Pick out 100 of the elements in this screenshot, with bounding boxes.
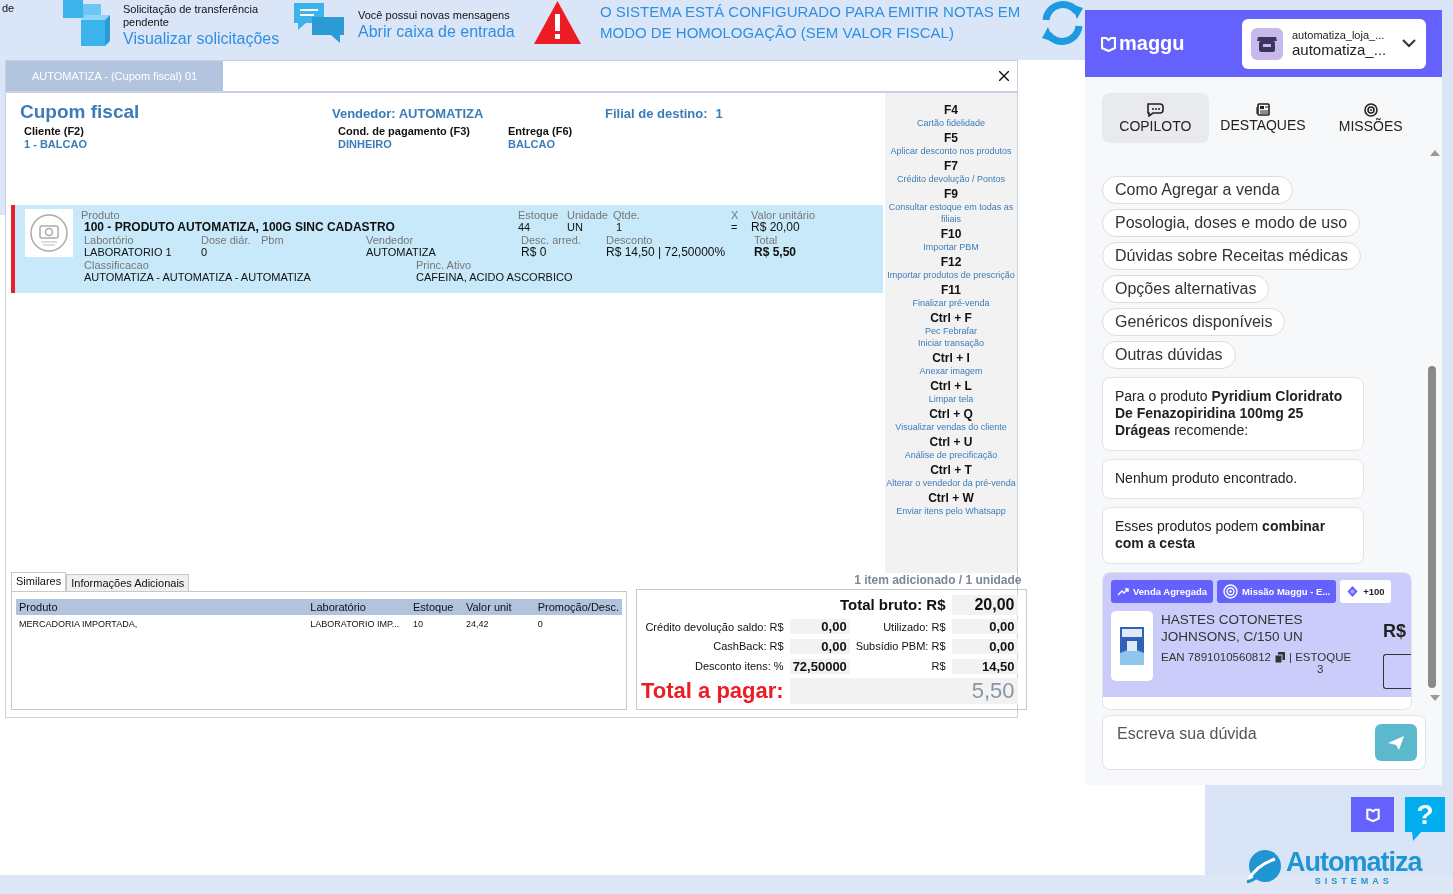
scroll-down-icon[interactable] xyxy=(1430,695,1440,701)
field-value: R$ 0 xyxy=(521,246,548,258)
logo-icon xyxy=(1101,35,1116,52)
shortcut-action[interactable]: Aplicar desconto nos produtos xyxy=(890,145,1012,157)
refresh-icon[interactable] xyxy=(1040,0,1085,46)
field-label: Pbm xyxy=(261,234,285,246)
shortcut-key: F10 xyxy=(940,227,962,241)
tab[interactable]: DESTAQUES xyxy=(1209,93,1317,143)
gem-icon xyxy=(1346,585,1360,598)
total-value: 0,00 xyxy=(951,619,1018,635)
tab[interactable]: Similares xyxy=(11,572,67,591)
shortcut-action[interactable]: Consultar estoque em todas as filiais xyxy=(885,201,1017,225)
total-label: CashBack: R$ xyxy=(712,640,784,653)
notice-text: Solicitação de transferência pendente xyxy=(123,3,260,29)
product-name: HASTES COTONETES JOHNSONS, C/150 UN xyxy=(1161,611,1304,645)
field-label: Desc. arred. xyxy=(521,234,582,246)
tab[interactable]: COPILOTO xyxy=(1102,93,1209,143)
column-header: Laboratório xyxy=(307,599,411,615)
suggestion-chip[interactable]: Como Agregar a venda xyxy=(1102,176,1293,204)
logo-icon xyxy=(1365,807,1380,822)
field-value: 0 xyxy=(201,246,209,258)
field-value: AUTOMATIZA xyxy=(366,246,437,258)
field-value[interactable]: DINHEIRO xyxy=(338,138,508,151)
shortcut-action[interactable]: Pec Febrafar xyxy=(924,325,977,337)
shortcut-key: F9 xyxy=(944,187,958,201)
partial-text: de xyxy=(2,2,15,14)
tab[interactable]: MISSÕES xyxy=(1317,93,1424,143)
tab[interactable]: Informações Adicionais xyxy=(66,574,190,591)
brand-name: Automatiza xyxy=(1286,848,1422,876)
account-selector[interactable]: automatiza_loja_... automatiza_... xyxy=(1242,18,1426,69)
suggestion-chip[interactable]: Outras dúvidas xyxy=(1102,341,1236,369)
scroll-up-icon[interactable] xyxy=(1430,150,1440,156)
column-header: Estoque xyxy=(410,599,463,615)
field-value: 44 xyxy=(518,221,532,233)
field-value: CAFEINA, ACIDO ASCORBICO xyxy=(416,271,574,283)
field-label: Total xyxy=(754,234,779,246)
assistant-button[interactable] xyxy=(1351,797,1394,832)
tag[interactable]: +100 xyxy=(1340,580,1391,603)
question-field[interactable]: Escreva sua dúvida xyxy=(1102,715,1426,770)
field-value: = xyxy=(731,221,739,233)
column-header: Valor unit xyxy=(462,599,535,615)
newspaper-icon xyxy=(1256,103,1270,116)
field-value[interactable]: 1 - BALCAO xyxy=(24,138,338,151)
field-label: X xyxy=(731,209,740,221)
shortcut-action[interactable]: Iniciar transação xyxy=(917,337,984,349)
table-cell: 24,42 xyxy=(462,615,535,633)
shortcut-action[interactable]: Finalizar pré-venda xyxy=(912,297,990,309)
shortcut-action[interactable]: Visualizar vendas do cliente xyxy=(895,421,1007,433)
total-value: 72,50000 xyxy=(789,658,850,674)
shortcut-key: F7 xyxy=(944,159,958,173)
field-value: R$ 14,50 | 72,50000% xyxy=(606,246,727,258)
seller-text: Vendedor: AUTOMATIZA xyxy=(332,106,485,121)
shortcut-action[interactable]: Importar produtos de prescrição xyxy=(887,269,1015,281)
shortcut-action[interactable]: Limpar tela xyxy=(928,393,974,405)
open-inbox-link[interactable]: Abrir caixa de entrada xyxy=(358,22,515,42)
field-value[interactable]: BALCAO xyxy=(508,138,573,151)
table-cell: 10 xyxy=(410,615,463,633)
shortcut-action[interactable]: Importar PBM xyxy=(923,241,979,253)
shortcut-action[interactable]: Cartão fidelidade xyxy=(916,117,985,129)
shortcut-key: Ctrl + Q xyxy=(929,407,973,421)
field-label: Princ. Ativo xyxy=(416,259,473,271)
notice-text: Você possui novas mensagens xyxy=(358,9,511,22)
field-label: Qtde. xyxy=(613,209,641,221)
field-label: Desconto xyxy=(606,234,654,246)
suggestion-chip[interactable]: Opções alternativas xyxy=(1102,275,1270,303)
scrollbar[interactable] xyxy=(1428,366,1436,688)
brand-tagline: SISTEMAS xyxy=(1314,876,1393,886)
shortcut-action[interactable]: Análise de precificação xyxy=(904,449,998,461)
field-value: 100 - PRODUTO AUTOMATIZA, 100G SINC CADASTRO xyxy=(83,221,396,233)
shortcut-action[interactable]: Alterar o vendedor da pré-venda xyxy=(886,477,1016,489)
shortcut-key: F12 xyxy=(940,255,962,269)
field-label: Vendedor xyxy=(366,234,415,246)
trend-icon xyxy=(1117,587,1129,596)
shortcut-action[interactable]: Crédito devolução / Pontos xyxy=(896,173,1006,185)
help-button[interactable]: ? xyxy=(1405,797,1445,832)
copy-icon[interactable] xyxy=(1275,652,1285,663)
tag[interactable]: Venda Agregada xyxy=(1111,580,1214,603)
suggestion-chip[interactable]: Genéricos disponíveis xyxy=(1102,308,1286,336)
tag[interactable]: Missão Maggu - E... xyxy=(1217,580,1337,603)
ean-text: EAN 7891010560812 xyxy=(1161,651,1271,663)
field-value: R$ 20,00 xyxy=(751,221,801,233)
text-input[interactable]: Escreva sua dúvida xyxy=(1115,724,1375,744)
branch-value: 1 xyxy=(715,106,723,121)
view-requests-link[interactable]: Visualizar solicitações xyxy=(123,29,283,49)
suggestion-chip[interactable]: Posologia, doses e modo de uso xyxy=(1102,209,1361,237)
suggestion-chip[interactable]: Dúvidas sobre Receitas médicas xyxy=(1102,242,1361,270)
total-label: Subsídio PBM: R$ xyxy=(855,640,946,653)
chat-message: Nenhum produto encontrado. xyxy=(1102,459,1364,499)
item-row[interactable] xyxy=(11,205,883,293)
shortcut-action[interactable]: Anexar imagem xyxy=(919,365,983,377)
chat-bubbles-icon xyxy=(292,1,347,44)
close-icon[interactable] xyxy=(999,71,1009,81)
table-cell: MERCADORIA IMPORTADA, xyxy=(16,615,308,633)
target-icon xyxy=(1223,584,1239,599)
shortcut-action[interactable]: Enviar itens pelo Whatsapp xyxy=(896,505,1006,517)
stock-value: 3 xyxy=(1316,663,1324,675)
shortcut-key: F4 xyxy=(944,103,958,117)
total-value: 0,00 xyxy=(789,619,850,635)
field-value: LABORATORIO 1 xyxy=(84,246,173,258)
stock-label: | ESTOQUE xyxy=(1289,651,1352,663)
